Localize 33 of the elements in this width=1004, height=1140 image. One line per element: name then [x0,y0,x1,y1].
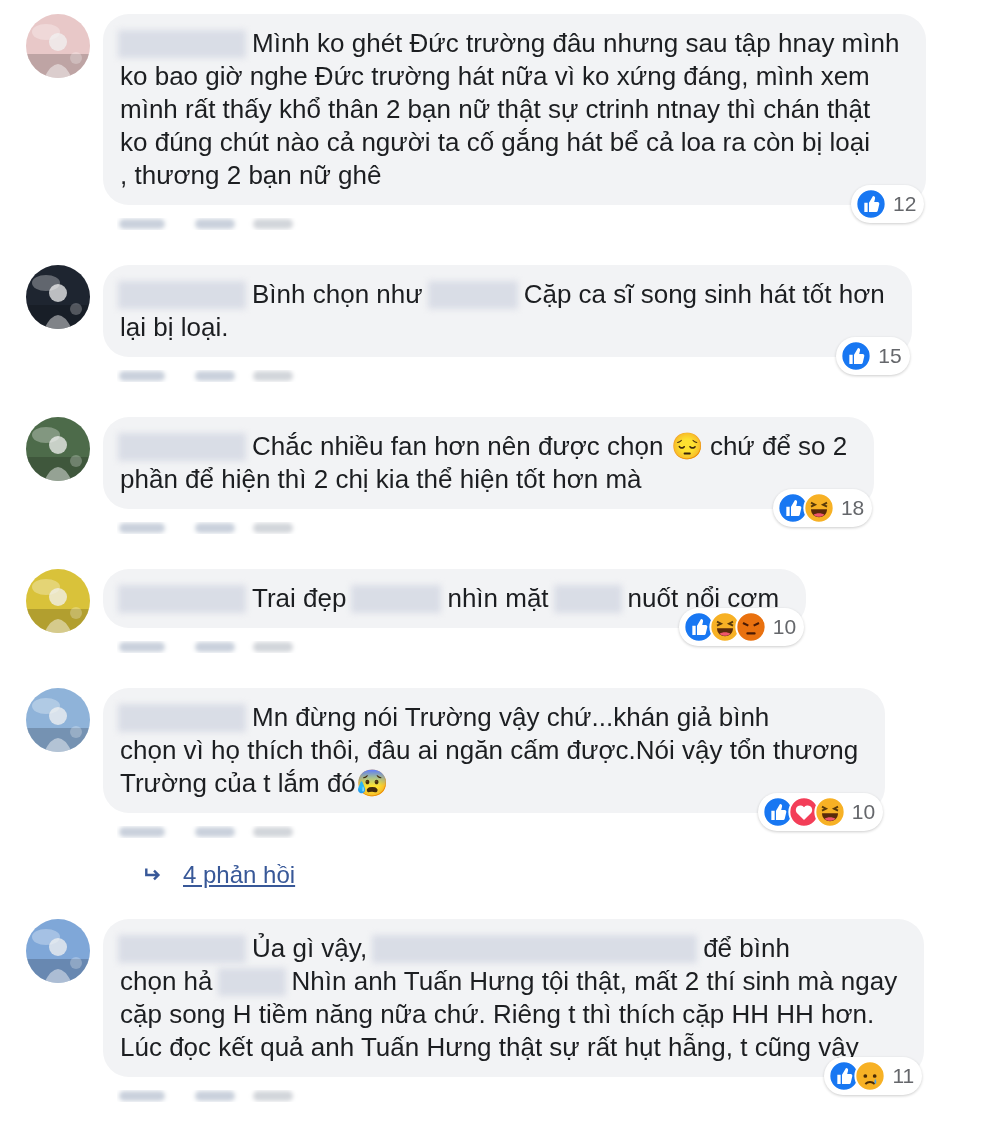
reaction-badge[interactable]: 12 [851,185,925,223]
comment-text: Cặp ca sĩ song sinh hát tốt hơn [523,279,885,310]
comment-text: Trường của t lắm đó😰 [120,768,388,799]
comment-text: chọn hả [120,966,213,997]
comment-text: mình rất thấy khổ thân 2 bạn nữ thật sự ctrinh ntnay thì chán thật [120,94,871,125]
comment-text: Mn đừng nói Trường vậy chứ...khán giả bình [252,702,770,733]
reaction-badge[interactable]: 10 [678,608,805,646]
comment-text: nhìn mặt [447,583,549,614]
reaction-badge[interactable]: 15 [836,337,910,375]
comment-text: , thương 2 bạn nữ ghê [120,160,382,191]
reaction-count: 12 [893,192,917,216]
reaction-badge[interactable]: 18 [772,489,873,527]
reaction-count: 10 [851,800,876,824]
comment-text: Chắc nhiều fan hơn nên được chọn 😔 chứ để so 2 [252,431,848,462]
reaction-badge[interactable]: 11 [824,1057,923,1095]
comment-text: phần để hiện thì 2 chị kia thể hiện tốt hơn mà [120,464,642,495]
reaction-count: 10 [772,615,797,639]
reaction-count: 18 [840,496,865,520]
comment-text: cặp song H tiềm năng nữa chứ. Riêng t thì thích cặp HH HH hơn. [120,999,875,1030]
comment-text: Ủa gì vậy, [252,933,368,964]
comment-text: ko đúng chút nào cả người ta cố gắng hát bể cả loa ra còn bị loại [120,127,870,158]
comment-text: ko bao giờ nghe Đức trường hát nữa vì ko xứng đáng, mình xem [120,61,870,92]
comment-text: Bình chọn như [252,279,423,310]
comment-text: Trai đẹp [252,583,347,614]
comment-text: chọn vì họ thích thôi, đâu ai ngăn cấm được.Nói vậy tổn thương [120,735,859,766]
comment-text: lại bị loại. [120,312,229,343]
replies-link[interactable]: 4 phản hồi [183,861,296,889]
comment-text: Mình ko ghét Đức trường đâu nhưng sau tập hnay mình [252,28,900,59]
reaction-count: 11 [892,1064,915,1088]
comment-text: để bình [703,933,790,964]
reaction-count: 15 [878,344,902,368]
comment-text: Nhìn anh Tuấn Hưng tội thật, mất 2 thí sinh mà ngay [291,966,898,997]
reaction-badge[interactable]: 10 [757,793,884,831]
